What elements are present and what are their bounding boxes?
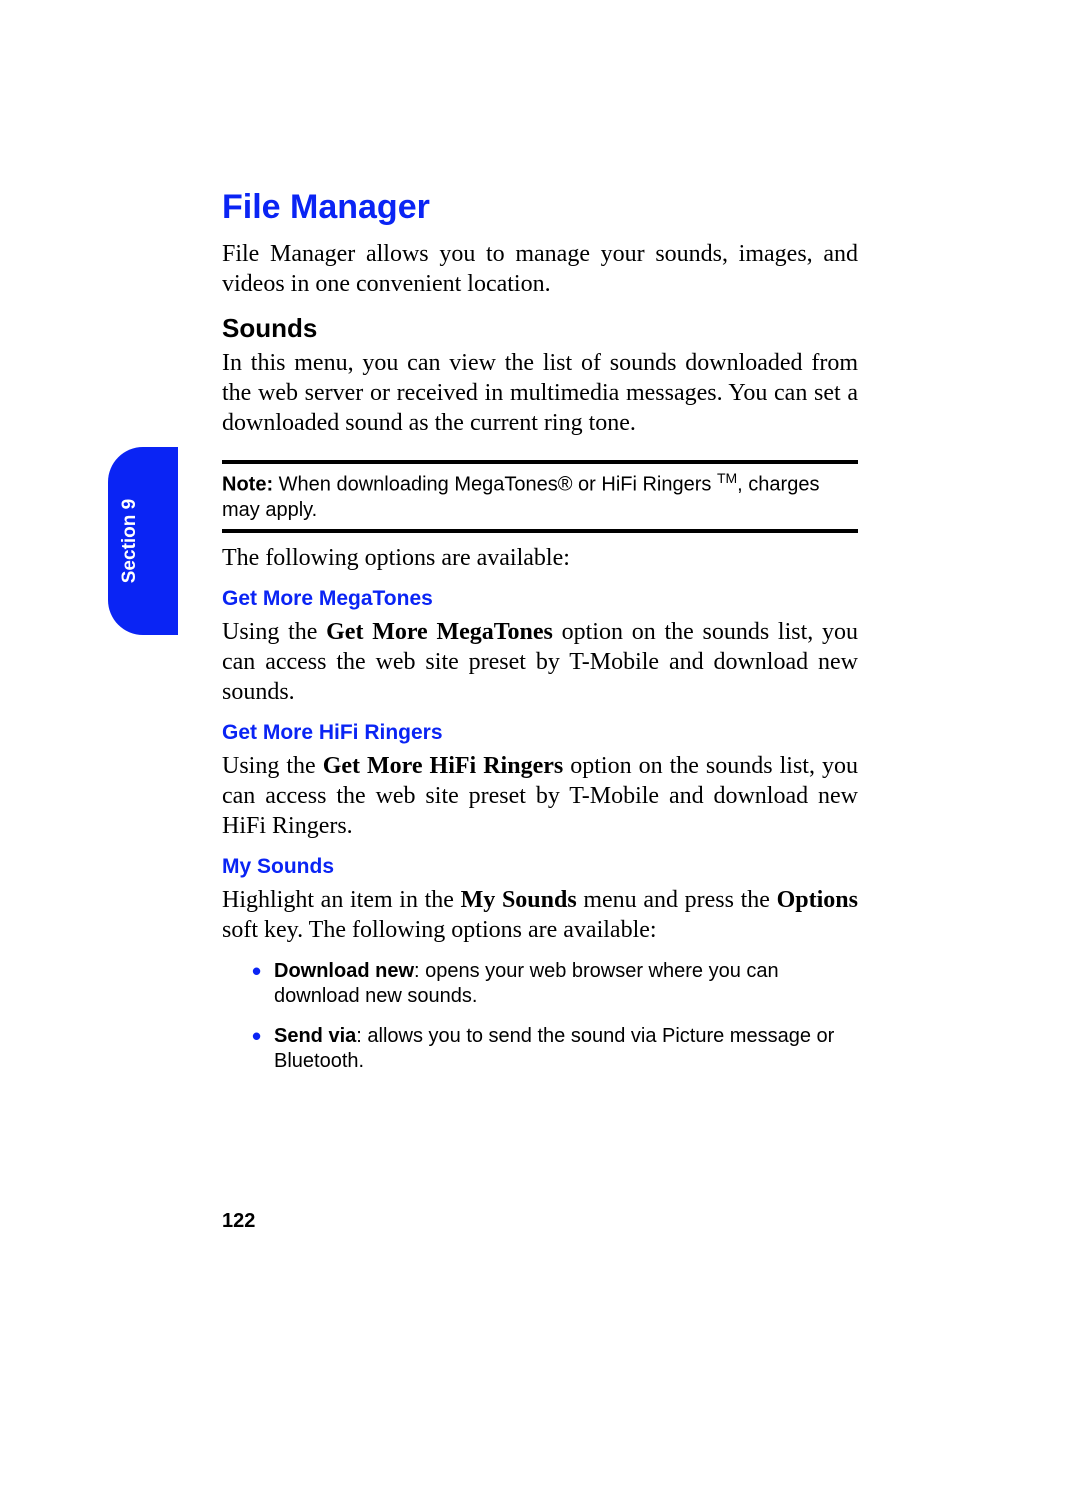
- bullet1-bold: Download new: [274, 960, 414, 982]
- sounds-heading: Sounds: [222, 313, 858, 344]
- get-more-megatones-body: Using the Get More MegaTones option on t…: [222, 617, 858, 707]
- note-rule-bottom: [222, 529, 858, 533]
- ms-post: soft key. The following options are avai…: [222, 917, 657, 943]
- get-more-megatones-heading: Get More MegaTones: [222, 587, 858, 611]
- bullet2-bold: Send via: [274, 1025, 356, 1047]
- page-title: File Manager: [222, 188, 858, 227]
- options-list: Download new: opens your web browser whe…: [252, 959, 858, 1075]
- note-label: Note:: [222, 474, 273, 496]
- gmh-bold: Get More HiFi Ringers: [323, 753, 564, 779]
- page-number: 122: [222, 1210, 255, 1233]
- ms-pre: Highlight an item in the: [222, 887, 461, 913]
- note-tm: TM: [717, 470, 737, 486]
- my-sounds-heading: My Sounds: [222, 855, 858, 879]
- section-tab: Section 9: [108, 447, 178, 635]
- options-intro: The following options are available:: [222, 543, 858, 573]
- note-paragraph: Note: When downloading MegaTones® or HiF…: [222, 470, 858, 523]
- gmm-pre: Using the: [222, 619, 326, 645]
- get-more-hifi-body: Using the Get More HiFi Ringers option o…: [222, 751, 858, 841]
- sounds-body: In this menu, you can view the list of s…: [222, 348, 858, 438]
- ms-bold1: My Sounds: [461, 887, 577, 913]
- intro-paragraph: File Manager allows you to manage your s…: [222, 239, 858, 299]
- ms-bold2: Options: [777, 887, 858, 913]
- note-body1: When downloading MegaTones® or HiFi Ring…: [273, 474, 717, 496]
- ms-mid: menu and press the: [577, 887, 777, 913]
- note-rule-top: [222, 460, 858, 464]
- gmm-bold: Get More MegaTones: [326, 619, 553, 645]
- my-sounds-body: Highlight an item in the My Sounds menu …: [222, 885, 858, 945]
- page-content: File Manager File Manager allows you to …: [222, 188, 858, 1089]
- bullet2-rest: : allows you to send the sound via Pictu…: [274, 1025, 834, 1073]
- section-tab-label: Section 9: [119, 499, 141, 583]
- list-item: Download new: opens your web browser whe…: [252, 959, 858, 1010]
- gmh-pre: Using the: [222, 753, 323, 779]
- get-more-hifi-heading: Get More HiFi Ringers: [222, 721, 858, 745]
- list-item: Send via: allows you to send the sound v…: [252, 1024, 858, 1075]
